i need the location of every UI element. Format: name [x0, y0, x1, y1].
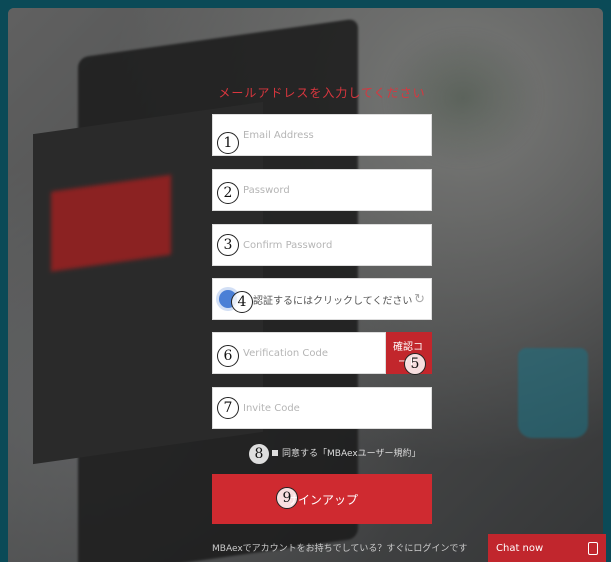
email-field[interactable]: [212, 114, 432, 156]
marker-6: 6: [217, 345, 239, 367]
terms-agreement[interactable]: 同意する「MBAexユーザー規約」: [272, 446, 420, 459]
marker-1: 1: [217, 132, 239, 154]
mug-decoration: [518, 348, 588, 438]
marker-9: 9: [276, 487, 298, 509]
signup-button[interactable]: サインアップ: [212, 474, 432, 524]
terms-checkbox[interactable]: [272, 449, 278, 456]
email-input[interactable]: [213, 115, 431, 155]
login-link[interactable]: MBAexでアカウントをお持ちでしている？すぐにログインです: [212, 541, 472, 554]
invite-code-input[interactable]: [213, 388, 431, 428]
marker-5: 5: [404, 353, 426, 375]
terms-label: 同意する「MBAexユーザー規約」: [282, 449, 421, 459]
chat-now-button[interactable]: Chat now: [488, 534, 606, 562]
form-heading: メールアドレスを入力してください: [218, 86, 426, 100]
marker-7: 7: [217, 397, 239, 419]
refresh-icon[interactable]: ↻: [414, 292, 425, 307]
marker-3: 3: [217, 234, 239, 256]
captcha-text: 認証するにはクリックしてください: [253, 296, 413, 307]
marker-2: 2: [217, 182, 239, 204]
confirm-password-field[interactable]: [212, 224, 432, 266]
password-input[interactable]: [213, 170, 431, 210]
confirm-password-input[interactable]: [213, 225, 431, 265]
invite-code-field[interactable]: [212, 387, 432, 429]
marker-4: 4: [231, 291, 253, 313]
marker-8: 8: [248, 443, 270, 465]
password-field[interactable]: [212, 169, 432, 211]
chat-window-icon: [588, 541, 598, 555]
chat-label: Chat now: [496, 542, 544, 554]
